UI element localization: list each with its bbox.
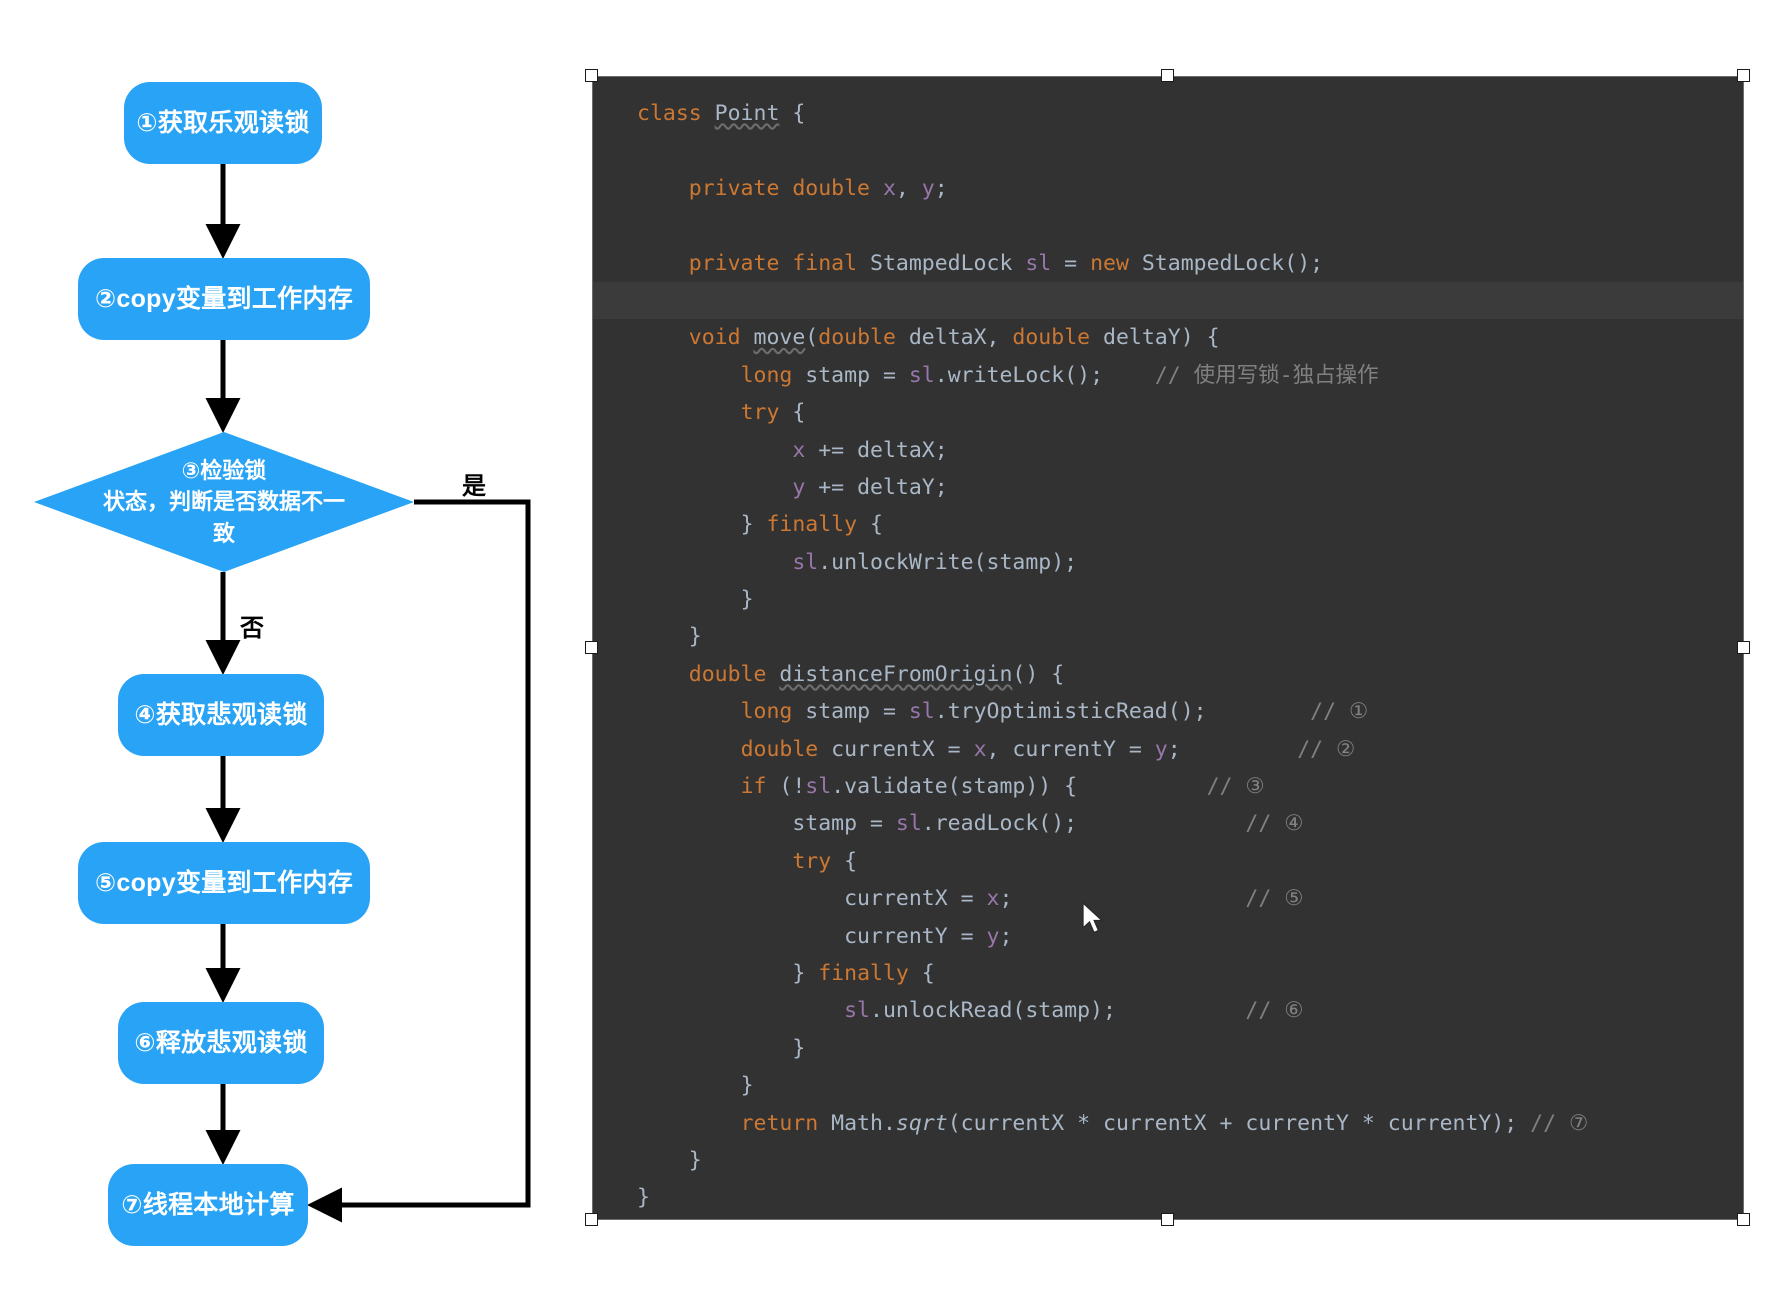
code-line-19: if (!sl.validate(stamp)) { // ③ <box>740 774 1265 800</box>
flow-node-1[interactable]: ①获取乐观读锁 <box>124 82 322 164</box>
flow-node-2[interactable]: ②copy变量到工作内存 <box>78 258 370 340</box>
code-line-15: } <box>688 624 702 650</box>
flow-node-5[interactable]: ⑤copy变量到工作内存 <box>78 842 370 924</box>
code-line-14: } <box>740 587 754 613</box>
selection-handle-bottom-right[interactable] <box>1737 1213 1750 1226</box>
selection-handle-bottom-center[interactable] <box>1161 1213 1174 1226</box>
flow-node-3-decision[interactable]: ③检验锁 状态，判断是否数据不一 致 <box>34 432 414 572</box>
code-line-20: stamp = sl.readLock(); // ④ <box>792 811 1304 837</box>
flow-node-7[interactable]: ⑦线程本地计算 <box>108 1164 308 1246</box>
code-line-25: sl.unlockRead(stamp); // ⑥ <box>844 998 1304 1024</box>
code-line-18: double currentX = x, currentY = y; // ② <box>740 736 1356 762</box>
selection-handle-top-center[interactable] <box>1161 69 1174 82</box>
flow-node-6[interactable]: ⑥释放悲观读锁 <box>118 1002 324 1084</box>
selection-handle-top-left[interactable] <box>585 69 598 82</box>
flow-node-5-label: ⑤copy变量到工作内存 <box>94 868 354 897</box>
flow-node-1-label: ①获取乐观读锁 <box>136 108 310 137</box>
code-line-3: private double x, y; <box>688 175 948 201</box>
flow-node-2-label: ②copy变量到工作内存 <box>94 284 354 313</box>
edge-label-no: 否 <box>240 615 264 642</box>
code-content: class Point { private double x, y; priva… <box>593 77 1743 1219</box>
code-line-30: } <box>637 1185 650 1211</box>
selection-handle-middle-left[interactable] <box>585 641 598 654</box>
edge-label-yes: 是 <box>462 473 486 500</box>
code-line-8: long stamp = sl.writeLock(); // 使用写锁-独占操… <box>740 362 1379 388</box>
code-line-13: sl.unlockWrite(stamp); <box>792 549 1078 575</box>
code-line-5: private final StampedLock sl = new Stamp… <box>688 250 1324 276</box>
code-line-23: currentY = y; <box>844 923 1013 949</box>
code-line-24: } finally { <box>792 960 935 986</box>
code-line-22: currentX = x; // ⑤ <box>844 886 1304 912</box>
code-line-26: } <box>792 1035 806 1061</box>
selection-handle-top-right[interactable] <box>1737 69 1750 82</box>
code-line-1: class Point { <box>637 101 806 126</box>
code-line-7: void move(double deltaX, double deltaY) … <box>688 325 1220 351</box>
code-line-6 <box>593 281 1743 320</box>
code-line-17: long stamp = sl.tryOptimisticRead(); // … <box>740 699 1369 725</box>
flow-node-3-label: ③检验锁 状态，判断是否数据不一 致 <box>102 458 345 546</box>
flow-node-4[interactable]: ④获取悲观读锁 <box>118 674 324 756</box>
flow-node-7-label: ⑦线程本地计算 <box>121 1190 295 1219</box>
code-line-9: try { <box>740 400 806 426</box>
code-line-29: } <box>688 1147 702 1173</box>
code-line-12: } finally { <box>740 512 883 538</box>
code-line-21: try { <box>792 848 858 874</box>
code-line-28: return Math.sqrt(currentX * currentX + c… <box>740 1110 1589 1136</box>
selection-handle-middle-right[interactable] <box>1737 641 1750 654</box>
canvas-root: ①获取乐观读锁 ②copy变量到工作内存 ③检验锁 状态，判断是否数据不一 致 … <box>0 0 1792 1302</box>
code-line-10: x += deltaX; <box>792 437 948 463</box>
flowchart-connectors <box>205 164 531 1223</box>
code-line-27: } <box>740 1073 754 1099</box>
code-snippet-panel[interactable]: class Point { private double x, y; priva… <box>592 76 1744 1220</box>
flow-node-6-label: ⑥释放悲观读锁 <box>134 1028 308 1057</box>
code-line-16: double distanceFromOrigin() { <box>688 661 1065 687</box>
code-line-11: y += deltaY; <box>792 474 948 500</box>
flowchart-diagram: ①获取乐观读锁 ②copy变量到工作内存 ③检验锁 状态，判断是否数据不一 致 … <box>0 0 560 1302</box>
flow-node-4-label: ④获取悲观读锁 <box>134 700 308 729</box>
selection-handle-bottom-left[interactable] <box>585 1213 598 1226</box>
